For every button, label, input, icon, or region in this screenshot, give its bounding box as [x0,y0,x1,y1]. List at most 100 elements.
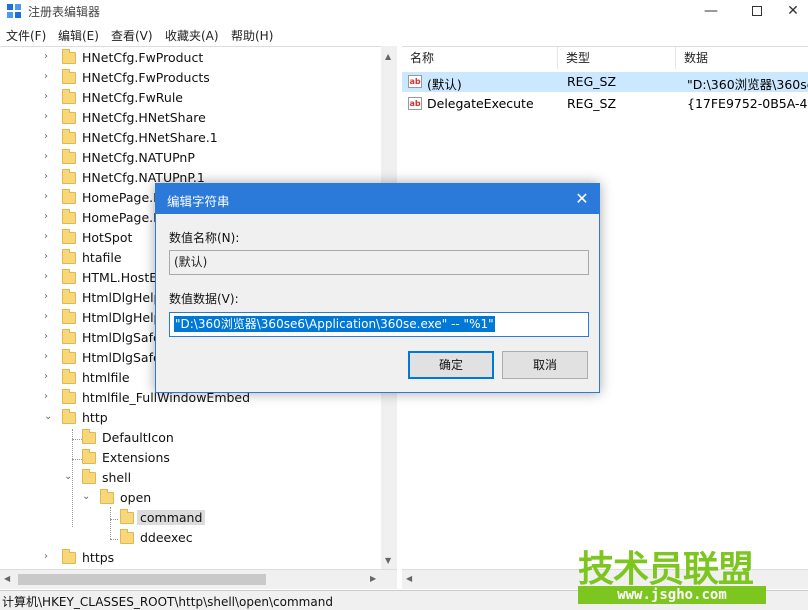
chevron-right-icon[interactable]: › [44,332,54,342]
value-name: DelegateExecute [427,96,534,111]
chevron-right-icon[interactable]: › [44,352,54,362]
watermark-text: 技术员联盟 [578,549,754,590]
folder-icon [62,49,76,64]
tree-item-label: command [137,510,206,525]
chevron-right-icon[interactable]: › [44,192,54,202]
tree-item[interactable]: › HNetCfg.HNetShare [44,109,380,129]
chevron-right-icon[interactable]: › [44,392,54,402]
tree-item[interactable]: › HNetCfg.FwProducts [44,69,380,89]
column-header-data[interactable]: 数据 [676,47,808,69]
menu-help[interactable]: 帮助(H) [231,27,273,44]
tree-item[interactable]: ⌄ open [82,489,380,509]
chevron-right-icon[interactable]: › [44,552,54,562]
folder-icon [62,149,76,164]
chevron-right-icon[interactable]: › [44,212,54,222]
scroll-left-icon[interactable]: ◀ [4,574,10,583]
tree-item-label: http [82,410,108,425]
chevron-right-icon[interactable]: › [44,152,54,162]
scroll-down-icon[interactable]: ▼ [385,556,391,565]
maximize-icon [752,6,762,16]
chevron-right-icon[interactable]: › [44,92,54,102]
ab-string-icon: ab [408,97,422,110]
title-bar: 注册表编辑器 — ✕ [0,0,808,24]
status-path: 计算机\HKEY_CLASSES_ROOT\http\shell\open\co… [2,595,333,609]
tree-item[interactable]: › HNetCfg.HNetShare.1 [44,129,380,149]
chevron-right-icon[interactable]: › [44,172,54,182]
folder-icon [62,209,76,224]
chevron-right-icon[interactable]: › [44,112,54,122]
chevron-down-icon[interactable]: ⌄ [44,412,54,422]
tree-item[interactable]: › HNetCfg.FwProduct [44,49,380,69]
close-button[interactable]: ✕ [770,0,808,24]
menu-edit[interactable]: 编辑(E) [58,27,99,44]
value-type: REG_SZ [567,96,617,111]
tree-item-label: https [82,550,115,565]
folder-icon [62,289,76,304]
tree-item[interactable]: Extensions [64,449,380,469]
watermark-url: www.jsgho.com [578,586,766,604]
folder-icon [82,449,96,464]
tree-item-label: shell [102,470,132,485]
minimize-icon: — [704,3,718,19]
column-header-type[interactable]: 类型 [558,47,676,69]
edit-string-dialog: 编辑字符串 ✕ 数值名称(N): (默认) 数值数据(V): "D:\360浏览… [155,183,600,393]
scroll-up-icon[interactable]: ▲ [385,52,391,61]
tree-item[interactable]: › https [44,549,380,569]
tree-item[interactable]: ⌄ shell [64,469,380,489]
chevron-down-icon[interactable]: ⌄ [82,492,92,502]
tree-item-label: HomePage.H [82,190,163,205]
tree-item-label: HomePage.H [82,210,163,225]
chevron-right-icon[interactable]: › [44,372,54,382]
value-data: {17FE9752-0B5A-466 [687,96,808,111]
tree-item-label: htafile [82,250,122,265]
chevron-down-icon[interactable]: ⌄ [64,472,74,482]
dialog-title-bar: 编辑字符串 ✕ [156,184,599,214]
tree-horizontal-scrollbar[interactable]: ◀ ▶ [0,569,397,589]
tree-item[interactable]: ⌄ http [44,409,380,429]
tree-item-label: HotSpot [82,230,133,245]
chevron-right-icon[interactable]: › [44,292,54,302]
tree-item-label: HTML.HostEn [82,270,166,285]
menu-view[interactable]: 查看(V) [111,27,153,44]
menu-bar: 文件(F) 编辑(E) 查看(V) 收藏夹(A) 帮助(H) [0,25,808,45]
tree-item-label: HNetCfg.FwProduct [82,50,204,65]
folder-icon [62,369,76,384]
chevron-right-icon[interactable]: › [44,272,54,282]
chevron-right-icon[interactable]: › [44,312,54,322]
folder-icon [62,229,76,244]
tree-item[interactable]: command [102,509,380,529]
menu-file[interactable]: 文件(F) [6,27,46,44]
scrollbar-thumb[interactable] [18,574,266,585]
menu-favorites[interactable]: 收藏夹(A) [165,27,219,44]
tree-item[interactable]: DefaultIcon [64,429,380,449]
tree-item-label: ddeexec [140,530,193,545]
dialog-close-icon[interactable]: ✕ [569,187,595,211]
chevron-right-icon[interactable]: › [44,72,54,82]
column-header-name[interactable]: 名称 [402,47,558,69]
ok-button[interactable]: 确定 [408,351,494,379]
dialog-title: 编辑字符串 [167,194,230,209]
chevron-right-icon[interactable]: › [44,132,54,142]
value-data-selection: "D:\360浏览器\360se6\Application\360se.exe"… [174,316,495,332]
value-row[interactable]: ab DelegateExecute REG_SZ {17FE9752-0B5A… [402,94,808,114]
chevron-right-icon[interactable]: › [44,232,54,242]
folder-icon [82,469,96,484]
chevron-right-icon[interactable]: › [44,252,54,262]
folder-icon [62,269,76,284]
folder-icon [62,549,76,564]
tree-item[interactable]: ddeexec [102,529,380,549]
value-data-field[interactable]: "D:\360浏览器\360se6\Application\360se.exe"… [169,312,589,337]
cancel-button[interactable]: 取消 [502,351,588,379]
watermark-logo: 技术员联盟 www.jsgho.com [578,540,768,610]
tree-item-label: HNetCfg.NATUPnP [82,150,195,165]
scroll-left-icon[interactable]: ◀ [406,574,412,583]
scroll-right-icon[interactable]: ▶ [370,574,376,583]
tree-item[interactable]: › HNetCfg.NATUPnP [44,149,380,169]
tree-item[interactable]: › HNetCfg.FwRule [44,89,380,109]
value-data: "D:\360浏览器\360se6 [687,77,808,92]
minimize-button[interactable]: — [688,0,734,24]
tree-item-label: HNetCfg.FwRule [82,90,184,105]
value-name-label: 数值名称(N): [169,231,240,245]
value-row[interactable]: ab (默认) REG_SZ "D:\360浏览器\360se6 [402,72,808,92]
chevron-right-icon[interactable]: › [44,52,54,62]
